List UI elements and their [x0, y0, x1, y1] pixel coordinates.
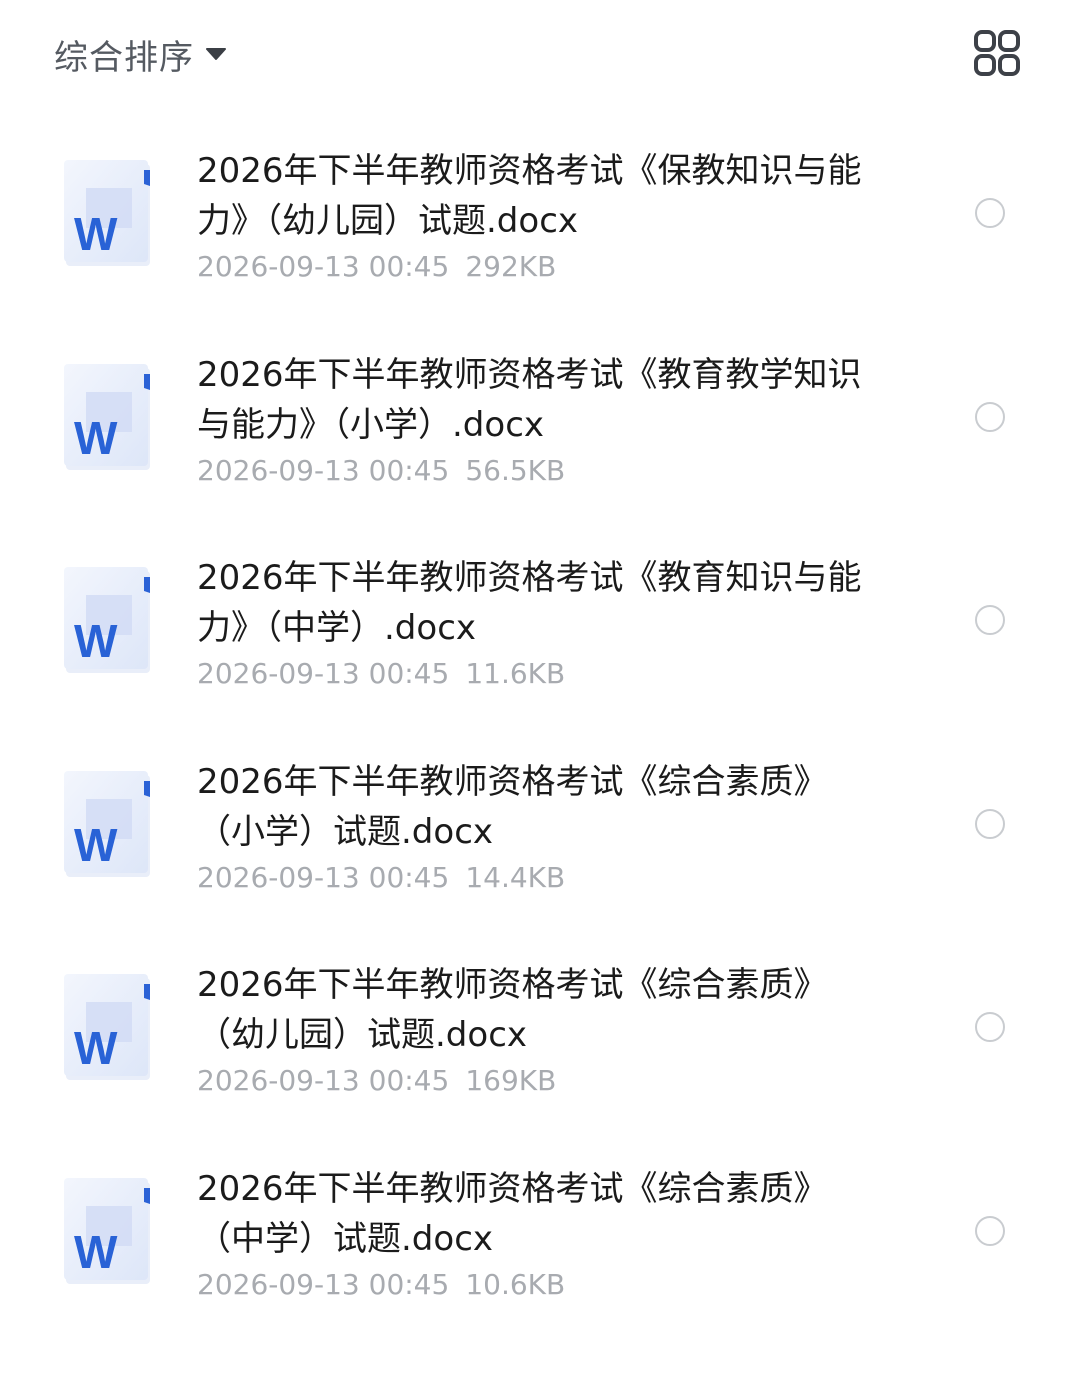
file-size: 292KB	[465, 250, 557, 283]
file-meta: 2026-09-13 00:45 14.4KB	[197, 859, 877, 897]
file-meta: 2026-09-13 00:45 11.6KB	[197, 655, 877, 693]
file-date: 2026-09-13 00:45	[197, 453, 450, 487]
file-meta: 2026-09-13 00:45 10.6KB	[197, 1266, 877, 1304]
word-doc-icon: W	[64, 974, 150, 1081]
file-list-item[interactable]: W 2026年下半年教师资格考试《综合素质》（中学）试题.docx 2026-0…	[0, 1148, 1080, 1352]
list-header: 综合排序	[0, 0, 1080, 110]
file-name: 2026年下半年教师资格考试《综合素质》（中学）试题.docx	[197, 1168, 828, 1259]
select-radio[interactable]	[975, 1215, 1005, 1246]
svg-text:W: W	[74, 615, 118, 667]
file-date: 2026-09-13 00:45	[197, 1064, 450, 1098]
file-info: 2026年下半年教师资格考试《综合素质》（中学）试题.docx 2026-09-…	[197, 1164, 877, 1304]
file-size: 14.4KB	[465, 860, 566, 894]
file-list-item[interactable]: W 2026年下半年教师资格考试《教育教学知识与能力》（小学）.docx 202…	[0, 334, 1080, 538]
file-info: 2026年下半年教师资格考试《教育知识与能力》（中学）.docx 2026-09…	[197, 553, 877, 693]
file-date: 2026-09-13 00:45	[197, 250, 450, 283]
file-list-item[interactable]: W 2026年下半年教师资格考试《教育知识与能力》（中学）.docx 2026-…	[0, 537, 1080, 741]
file-date: 2026-09-13 00:45	[197, 657, 450, 691]
file-list: W 2026年下半年教师资格考试《保教知识与能力》（幼儿园）试题.docx 20…	[0, 130, 1080, 1352]
file-list-item[interactable]: W 2026年下半年教师资格考试《综合素质》（幼儿园）试题.docx 2026-…	[0, 944, 1080, 1148]
word-doc-icon: W	[64, 770, 150, 877]
svg-text:W: W	[74, 208, 118, 260]
grid-view-icon[interactable]	[972, 28, 1022, 78]
file-date: 2026-09-13 00:45	[197, 860, 450, 894]
select-radio[interactable]	[975, 605, 1005, 636]
file-info: 2026年下半年教师资格考试《教育教学知识与能力》（小学）.docx 2026-…	[197, 350, 877, 490]
svg-text:W: W	[74, 412, 118, 464]
word-doc-icon: W	[64, 1177, 150, 1284]
select-radio[interactable]	[975, 1012, 1005, 1043]
svg-text:W: W	[74, 1226, 118, 1278]
caret-down-icon	[206, 48, 226, 60]
file-size: 11.6KB	[465, 657, 566, 691]
svg-text:W: W	[74, 819, 118, 871]
file-name: 2026年下半年教师资格考试《保教知识与能力》（幼儿园）试题.docx	[197, 151, 862, 241]
word-doc-icon: W	[64, 567, 150, 674]
file-name: 2026年下半年教师资格考试《教育教学知识与能力》（小学）.docx	[197, 354, 862, 445]
file-meta: 2026-09-13 00:45 169KB	[197, 1062, 877, 1100]
file-list-item[interactable]: W 2026年下半年教师资格考试《保教知识与能力》（幼儿园）试题.docx 20…	[0, 130, 1080, 334]
file-size: 169KB	[465, 1064, 557, 1098]
file-info: 2026年下半年教师资格考试《保教知识与能力》（幼儿园）试题.docx 2026…	[197, 146, 877, 286]
file-meta: 2026-09-13 00:45 292KB	[197, 248, 877, 286]
file-info: 2026年下半年教师资格考试《综合素质》（幼儿园）试题.docx 2026-09…	[197, 960, 877, 1100]
file-list-item[interactable]: W 2026年下半年教师资格考试《综合素质》（小学）试题.docx 2026-0…	[0, 741, 1080, 945]
select-radio[interactable]	[975, 808, 1005, 839]
select-radio[interactable]	[975, 401, 1005, 432]
svg-text:W: W	[74, 1022, 118, 1074]
file-meta: 2026-09-13 00:45 56.5KB	[197, 452, 877, 490]
sort-label: 综合排序	[54, 37, 194, 78]
file-name: 2026年下半年教师资格考试《综合素质》（幼儿园）试题.docx	[197, 965, 828, 1056]
file-size: 56.5KB	[465, 453, 566, 487]
sort-dropdown-button[interactable]: 综合排序	[54, 26, 226, 82]
file-date: 2026-09-13 00:45	[197, 1267, 450, 1301]
file-name: 2026年下半年教师资格考试《教育知识与能力》（中学）.docx	[197, 558, 862, 649]
file-info: 2026年下半年教师资格考试《综合素质》（小学）试题.docx 2026-09-…	[197, 757, 877, 897]
select-radio[interactable]	[975, 198, 1005, 228]
word-doc-icon: W	[64, 363, 150, 470]
word-doc-icon: W	[64, 160, 150, 266]
file-name: 2026年下半年教师资格考试《综合素质》（小学）试题.docx	[197, 761, 828, 852]
file-size: 10.6KB	[465, 1267, 566, 1301]
